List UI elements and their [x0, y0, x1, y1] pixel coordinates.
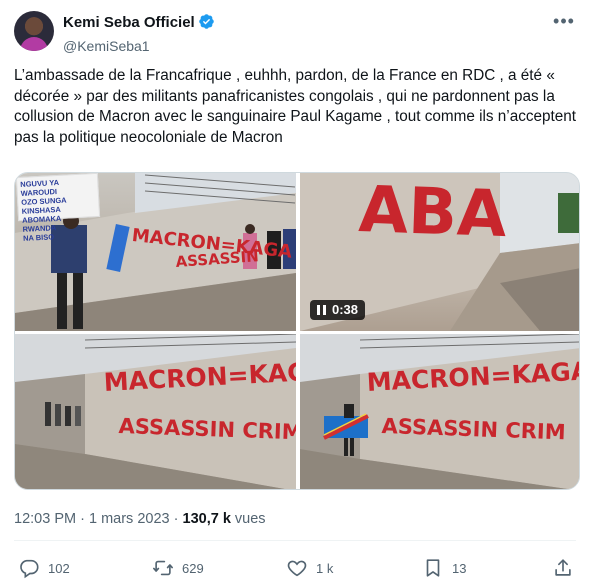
verified-badge-icon: [198, 13, 215, 35]
avatar[interactable]: [14, 11, 54, 51]
photo-4-scene: [300, 334, 579, 489]
pause-icon: [317, 305, 326, 315]
like-count: 1 k: [316, 560, 334, 576]
tweet-header: Kemi Seba Officiel @KemiSeba1 •••: [14, 10, 576, 54]
tweet-meta: 12:03 PM · 1 mars 2023 · 130,7 k vues: [14, 510, 266, 528]
media-photo-4[interactable]: MACRON=KAGAME ASSASSIN CRIM: [300, 334, 579, 489]
media-photo-1[interactable]: NGUVU YA WAROUDI OZO SUNGA KINSHASA ABOM…: [15, 173, 296, 331]
media-photo-3[interactable]: MACRON=KAGAMI ASSASSIN CRIM: [15, 334, 296, 489]
graffiti-line-1: ABA: [357, 173, 508, 253]
views-count: 130,7 k: [182, 511, 231, 527]
media-video[interactable]: ABA 0:38: [300, 173, 579, 331]
meta-separator: ·: [173, 511, 179, 527]
share-button[interactable]: [552, 554, 574, 582]
media-grid[interactable]: NGUVU YA WAROUDI OZO SUNGA KINSHASA ABOM…: [14, 172, 580, 490]
photo-3-scene: [15, 334, 296, 489]
tweet-time[interactable]: 12:03 PM: [14, 511, 76, 527]
heart-icon: [286, 557, 308, 579]
action-bar: 102 629 1 k 13: [14, 554, 576, 582]
display-name-text[interactable]: Kemi Seba Officiel: [63, 14, 195, 31]
repost-icon: [152, 557, 174, 579]
reply-button[interactable]: 102: [18, 554, 70, 582]
bookmark-count: 13: [452, 560, 467, 576]
tweet-date[interactable]: 1 mars 2023: [89, 511, 170, 527]
video-duration-badge[interactable]: 0:38: [310, 300, 366, 320]
protest-sign: NGUVU YA WAROUDI OZO SUNGA KINSHASA ABOM…: [15, 173, 101, 243]
repost-count: 629: [182, 560, 204, 576]
author-display-name[interactable]: Kemi Seba Officiel: [63, 13, 215, 35]
repost-button[interactable]: 629: [152, 554, 204, 582]
author-handle[interactable]: @KemiSeba1: [63, 37, 215, 55]
reply-icon: [18, 557, 40, 579]
bookmark-icon: [422, 557, 444, 579]
like-button[interactable]: 1 k: [286, 554, 333, 582]
more-horizontal-icon[interactable]: •••: [552, 12, 576, 34]
reply-count: 102: [48, 560, 70, 576]
author-block: Kemi Seba Officiel @KemiSeba1: [63, 13, 215, 55]
video-duration: 0:38: [332, 302, 359, 317]
share-icon: [552, 557, 574, 579]
meta-separator: ·: [80, 511, 85, 527]
views-label: vues: [234, 511, 266, 527]
tweet-text: L’ambassade de la Francafrique , euhhh, …: [14, 67, 577, 146]
divider: [14, 540, 576, 541]
bookmark-button[interactable]: 13: [422, 554, 466, 582]
